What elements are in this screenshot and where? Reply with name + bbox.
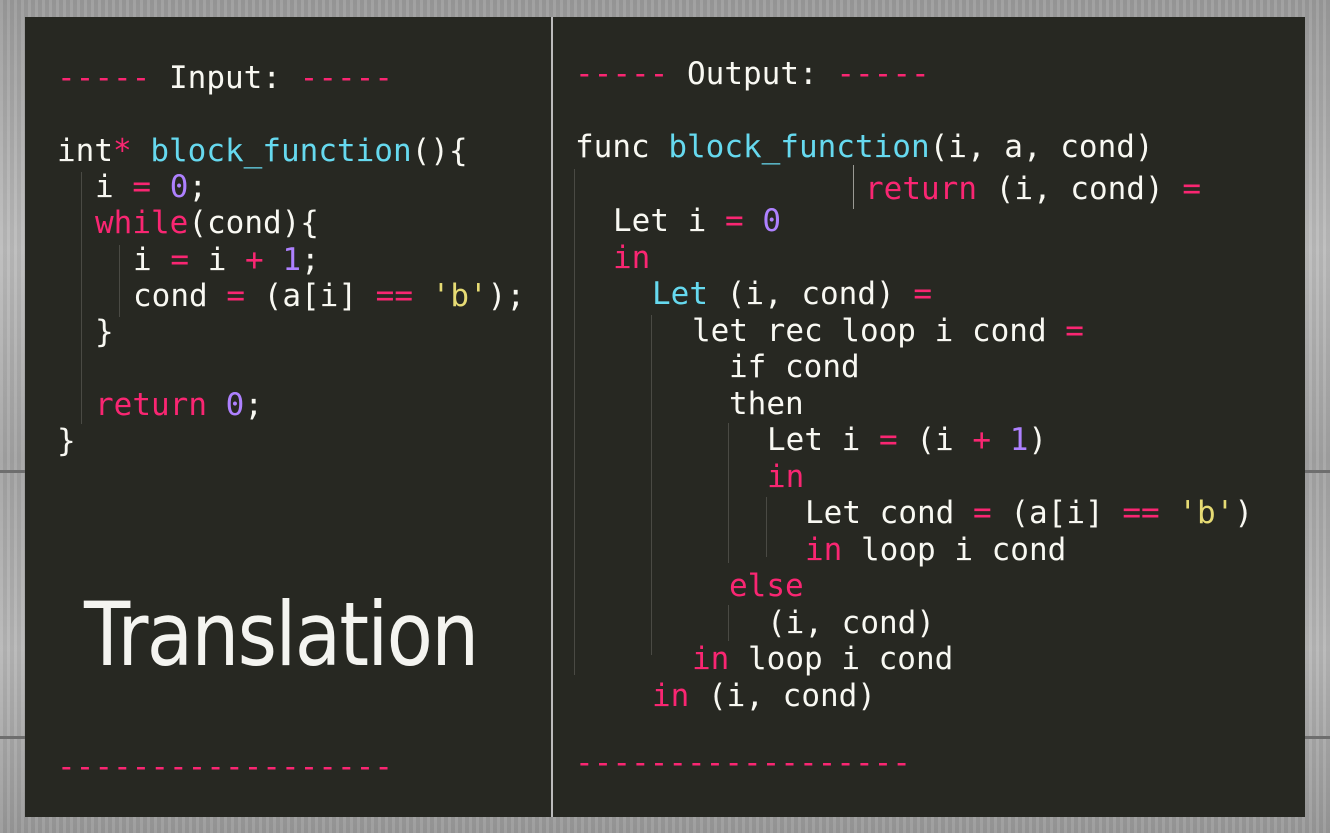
input-footer-dashes: ------------------ (57, 749, 393, 785)
code-line: } (57, 423, 76, 459)
code-line: then (729, 386, 804, 422)
code-line: Let i = (i + 1) (767, 422, 1048, 458)
code-line: func block_function(i, a, cond) (575, 129, 1154, 165)
indent-guide (651, 315, 652, 655)
indent-guide (574, 169, 575, 675)
code-line: let rec loop i cond = (692, 313, 1084, 349)
code-line: i = 0; (95, 169, 208, 205)
code-line: } (95, 314, 114, 350)
code-line: int* block_function(){ (57, 133, 468, 169)
code-line: return 0; (95, 387, 263, 423)
code-line: cond = (a[i] == 'b'); (133, 278, 525, 314)
code-line: while(cond){ (95, 205, 319, 241)
code-line: return (i, cond) = (865, 171, 1201, 207)
input-code-panel: ----- Input: ----- int* block_function()… (25, 17, 551, 817)
translation-title: Translation (84, 583, 479, 686)
code-line: else (729, 568, 804, 604)
code-line: in (767, 459, 805, 495)
indent-guide (728, 423, 729, 563)
output-code-panel: ----- Output: ----- func block_function(… (553, 17, 1305, 817)
code-line: if cond (729, 349, 860, 385)
input-header: ----- Input: ----- (57, 60, 393, 96)
code-line: Let i = 0 (613, 203, 782, 239)
indent-guide (728, 605, 729, 641)
output-code-block: ----- Output: ----- func block_function(… (553, 17, 1305, 817)
output-footer-dashes: ------------------ (575, 745, 911, 781)
code-line: in loop i cond (805, 532, 1067, 568)
indent-guide (81, 172, 82, 424)
indent-guide (853, 165, 854, 209)
code-line: in (i, cond) (652, 678, 876, 714)
code-line: in (613, 240, 651, 276)
code-line: in loop i cond (692, 641, 954, 677)
code-line: (i, cond) (767, 605, 935, 641)
indent-guide (119, 245, 120, 317)
output-header: ----- Output: ----- (575, 56, 930, 92)
input-code-block: ----- Input: ----- int* block_function()… (25, 17, 551, 817)
indent-guide (766, 497, 767, 557)
code-line: Let cond = (a[i] == 'b') (805, 495, 1254, 531)
code-line: i = i + 1; (133, 242, 320, 278)
code-line: Let (i, cond) = (652, 276, 932, 312)
